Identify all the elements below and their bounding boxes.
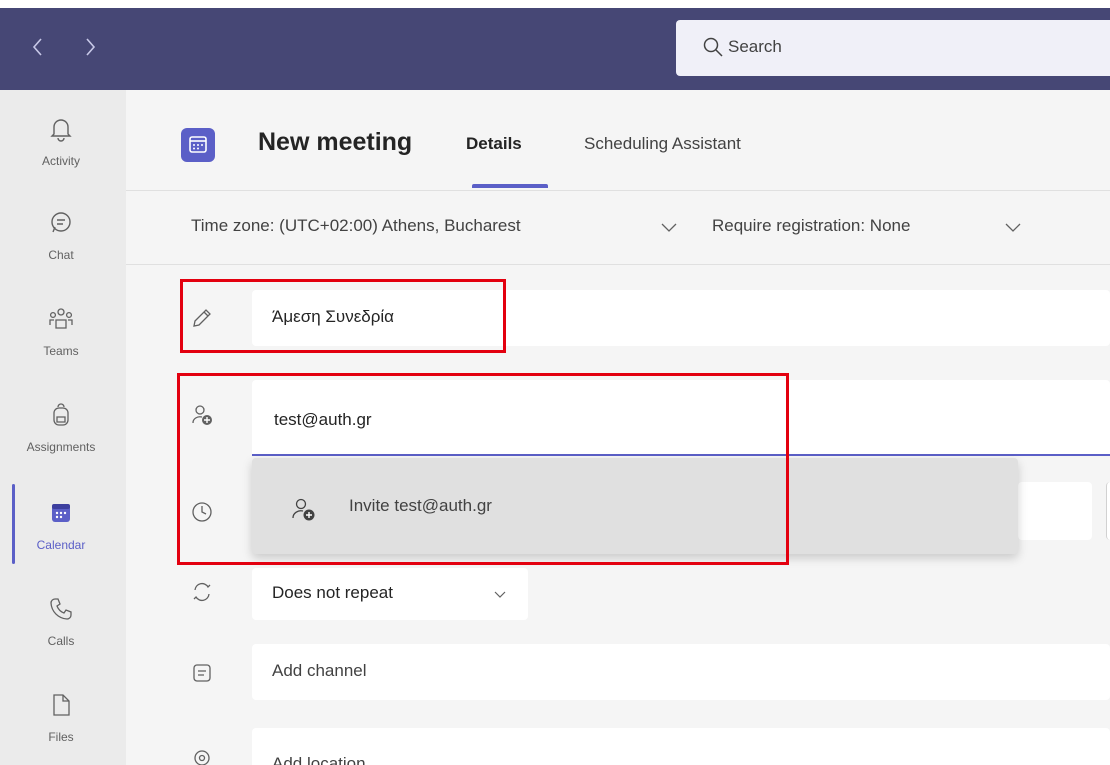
annotation-box-attendee bbox=[177, 373, 789, 565]
phone-icon bbox=[48, 596, 74, 622]
active-tab-indicator bbox=[472, 184, 548, 188]
rail-label: Calendar bbox=[36, 538, 86, 552]
backpack-icon bbox=[48, 402, 74, 428]
rail-item-teams[interactable]: Teams bbox=[0, 290, 126, 386]
time-field-edge[interactable] bbox=[1106, 482, 1110, 540]
rail-label: Files bbox=[48, 730, 74, 744]
divider bbox=[126, 264, 1110, 265]
search-placeholder[interactable]: Search bbox=[728, 37, 782, 57]
end-time-field[interactable] bbox=[1018, 482, 1092, 540]
calendar-icon bbox=[181, 128, 215, 162]
chevron-down-icon[interactable] bbox=[492, 586, 508, 607]
annotation-box-title bbox=[180, 279, 506, 353]
channel-icon bbox=[190, 661, 214, 685]
rail-label: Activity bbox=[41, 154, 80, 168]
chevron-left-icon[interactable] bbox=[30, 35, 44, 59]
rail-item-files[interactable]: Files bbox=[0, 676, 126, 765]
file-icon bbox=[48, 692, 74, 718]
tab-scheduling-assistant[interactable]: Scheduling Assistant bbox=[584, 134, 741, 154]
rail-label: Assignments bbox=[26, 440, 96, 454]
add-channel-field[interactable]: Add channel bbox=[252, 644, 1110, 700]
rail-item-activity[interactable]: Activity bbox=[0, 100, 126, 196]
search-icon bbox=[702, 36, 724, 58]
add-location-placeholder[interactable]: Add location bbox=[272, 754, 366, 765]
window-top-strip bbox=[0, 0, 1110, 8]
calendar-icon bbox=[48, 500, 74, 526]
repeat-icon bbox=[190, 580, 214, 604]
rail-label: Chat bbox=[48, 248, 74, 262]
page-title: New meeting bbox=[258, 128, 413, 156]
repeat-dropdown[interactable]: Does not repeat bbox=[252, 568, 528, 620]
chevron-down-icon[interactable] bbox=[1004, 218, 1022, 236]
location-icon bbox=[190, 748, 214, 765]
registration-dropdown[interactable]: Require registration: None bbox=[712, 216, 910, 236]
add-location-field[interactable]: Add location bbox=[252, 728, 1110, 765]
chat-icon bbox=[48, 210, 74, 236]
timezone-dropdown[interactable]: Time zone: (UTC+02:00) Athens, Bucharest bbox=[191, 216, 521, 236]
rail-item-chat[interactable]: Chat bbox=[0, 194, 126, 290]
teams-icon bbox=[48, 306, 74, 332]
rail-item-assignments[interactable]: Assignments bbox=[0, 386, 126, 482]
chevron-down-icon[interactable] bbox=[660, 218, 678, 236]
add-channel-placeholder[interactable]: Add channel bbox=[272, 661, 367, 681]
chevron-right-icon[interactable] bbox=[84, 35, 98, 59]
repeat-value[interactable]: Does not repeat bbox=[272, 583, 393, 603]
bell-icon bbox=[48, 116, 74, 142]
tab-details[interactable]: Details bbox=[466, 134, 522, 154]
rail-item-calendar[interactable]: Calendar bbox=[0, 484, 126, 580]
rail-label: Calls bbox=[47, 634, 75, 648]
rail-item-calls[interactable]: Calls bbox=[0, 580, 126, 676]
rail-label: Teams bbox=[43, 344, 79, 358]
